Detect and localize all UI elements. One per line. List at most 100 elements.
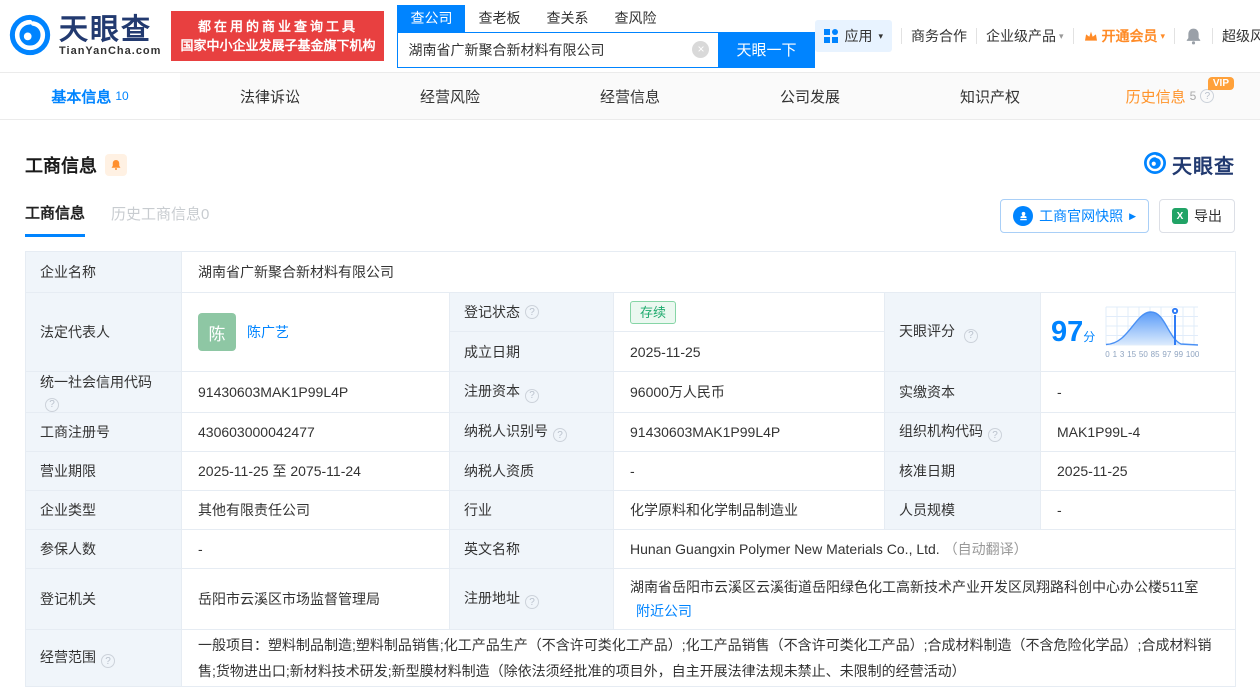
search-tab-risk[interactable]: 查风险 (601, 5, 669, 32)
search-tab-boss[interactable]: 查老板 (465, 5, 533, 32)
subscribe-bell-icon[interactable] (105, 153, 127, 176)
tab-operation-label: 经营信息 (599, 88, 660, 106)
tab-ip-label: 知识产权 (959, 88, 1020, 106)
nav-enterprise-products[interactable]: 企业级产品 ▾ (986, 26, 1064, 46)
clear-search-icon[interactable]: × (692, 41, 710, 58)
excel-icon: X (1172, 208, 1188, 224)
vip-badge: VIP (1207, 77, 1234, 90)
subtab-buttons: 工商官网快照 ▶ X 导出 (1000, 199, 1235, 239)
tab-operating-info[interactable]: 经营信息 (540, 73, 720, 119)
legal-rep-avatar[interactable]: 陈 (198, 313, 236, 351)
divider (975, 28, 977, 44)
table-row: 工商注册号 430603000042477 纳税人识别号? 91430603MA… (25, 411, 1237, 452)
search-input[interactable] (398, 32, 693, 67)
staff-size-label: 人员规模 (884, 489, 1041, 530)
company-tab-bar: 基本信息 10 法律诉讼 经营风险 经营信息 公司发展 知识产权 VIP 历史信… (0, 72, 1260, 120)
table-row: 经营范围? 一般项目：塑料制品制造;塑料制品销售;化工产品生产（不含许可类化工产… (25, 628, 1237, 687)
nav-business-cooperation[interactable]: 商务合作 (911, 26, 967, 46)
org-code-label: 组织机构代码? (884, 411, 1041, 452)
industry-label: 行业 (449, 489, 614, 530)
tab-history-label: 历史信息 (1125, 88, 1186, 106)
export-label: 导出 (1194, 208, 1222, 224)
help-icon[interactable]: ? (963, 328, 978, 343)
table-row: 营业期限 2025-11-25 至 2075-11-24 纳税人资质 - 核准日… (25, 450, 1237, 491)
reg-capital-label: 注册资本? (449, 371, 614, 413)
divider (900, 28, 902, 44)
slogan-banner: 都在用的商业查询工具 国家中小企业发展子基金旗下机构 (171, 11, 385, 61)
nav-biz-label: 商务合作 (910, 28, 967, 44)
company-name-label: 企业名称 (25, 251, 182, 293)
taxpayer-id-label: 纳税人识别号? (449, 411, 614, 452)
help-icon[interactable]: ? (553, 428, 567, 443)
business-term-label: 营业期限 (25, 450, 182, 491)
apps-grid-icon (824, 29, 839, 43)
credit-code-label: 统一社会信用代码? (25, 371, 182, 413)
tab-intellectual-property[interactable]: 知识产权 (900, 73, 1080, 119)
apps-menu[interactable]: 应用 ▾ (815, 20, 892, 52)
tianyancha-watermark: 天眼查 (1143, 150, 1235, 179)
score-number: 97 (1051, 316, 1084, 348)
chevron-down-icon: ▾ (1058, 30, 1064, 41)
taxpayer-quality-label: 纳税人资质 (449, 450, 614, 491)
help-icon[interactable]: ? (525, 595, 539, 610)
staff-size-value: - (1039, 489, 1237, 530)
auto-translate-note: （自动翻译） (943, 540, 1028, 557)
reg-capital-value: 96000万人民币 (613, 371, 885, 413)
search-area: 查公司 查老板 查关系 查风险 × 天眼一下 (397, 4, 816, 68)
search-tab-company[interactable]: 查公司 (397, 4, 466, 32)
table-row: 企业类型 其他有限责任公司 行业 化学原料和化学制品制造业 人员规模 - (25, 489, 1237, 530)
search-button[interactable]: 天眼一下 (718, 32, 815, 67)
tab-history-count: 5 (1189, 89, 1197, 103)
reg-authority-label: 登记机关 (25, 567, 182, 630)
help-icon[interactable]: ? (1200, 89, 1215, 103)
tab-basic-info[interactable]: 基本信息 10 (0, 73, 180, 119)
company-name-value: 湖南省广新聚合新材料有限公司 (180, 251, 1237, 293)
reg-number-label: 工商注册号 (25, 411, 182, 452)
legal-rep-name-link[interactable]: 陈广艺 (247, 322, 289, 342)
nav-super-label: 超级风... (1222, 28, 1260, 44)
status-badge: 存续 (630, 300, 677, 324)
official-snapshot-button[interactable]: 工商官网快照 ▶ (1000, 199, 1149, 233)
watermark-logo-icon (1143, 151, 1167, 178)
tianyancha-logo-icon (8, 13, 52, 60)
arrow-right-icon: ▶ (1129, 210, 1136, 221)
apps-label: 应用 (844, 28, 873, 44)
tab-history-info[interactable]: VIP 历史信息 5 ? (1080, 73, 1260, 119)
tab-operating-risk[interactable]: 经营风险 (360, 73, 540, 119)
help-icon[interactable]: ? (525, 388, 539, 403)
help-icon[interactable]: ? (101, 654, 115, 669)
nearby-companies-link[interactable]: 附近公司 (636, 603, 692, 619)
score-curve-chart: 0 1 3 15 50 85 97 99 100 (1105, 305, 1199, 359)
help-icon[interactable]: ? (45, 397, 59, 412)
nav-super-risk[interactable]: 超级风... ▾ (1222, 26, 1260, 46)
section-header: 工商信息 天眼查 (25, 150, 1235, 179)
subtab-history-business-info[interactable]: 历史工商信息0 (111, 203, 209, 235)
crown-icon (1083, 28, 1099, 44)
notification-bell-icon[interactable] (1184, 27, 1203, 46)
main-content: 工商信息 天眼查 工商信息 历史工商信息0 工商官网快照 ▶ X 导出 企业名称… (0, 150, 1260, 687)
slogan-line2: 国家中小企业发展子基金旗下机构 (180, 38, 376, 53)
approval-date-value: 2025-11-25 (1039, 450, 1237, 491)
table-row: 登记机关 岳阳市云溪区市场监督管理局 注册地址? 湖南省岳阳市云溪区云溪街道岳阳… (25, 567, 1237, 630)
paid-capital-label: 实缴资本 (884, 371, 1041, 413)
establish-date-row: 成立日期 2025-11-25 (450, 332, 884, 371)
help-icon[interactable]: ? (525, 305, 539, 319)
company-type-label: 企业类型 (25, 489, 182, 530)
reg-status-row: 登记状态 ? 存续 (450, 293, 884, 332)
export-button[interactable]: X 导出 (1159, 199, 1235, 233)
legal-rep-value: 陈 陈广艺 (181, 292, 450, 372)
tianyancha-logo[interactable]: 天眼查 TianYanCha.com (8, 13, 161, 60)
tab-legal[interactable]: 法律诉讼 (180, 73, 360, 119)
search-tab-relation[interactable]: 查关系 (533, 5, 601, 32)
score-label: 天眼评分 ? (884, 292, 1041, 372)
approval-date-label: 核准日期 (884, 450, 1041, 491)
help-icon[interactable]: ? (988, 428, 1002, 443)
taxpayer-quality-value: - (613, 450, 885, 491)
nav-vip-label: 开通会员 (1101, 28, 1158, 44)
nav-vip-membership[interactable]: 开通会员 ▾ (1083, 26, 1165, 46)
chevron-down-icon: ▾ (878, 30, 883, 41)
company-type-value: 其他有限责任公司 (181, 489, 450, 530)
tab-company-development[interactable]: 公司发展 (720, 73, 900, 119)
subtab-business-info[interactable]: 工商信息 (25, 202, 86, 237)
insured-label: 参保人数 (25, 528, 182, 569)
